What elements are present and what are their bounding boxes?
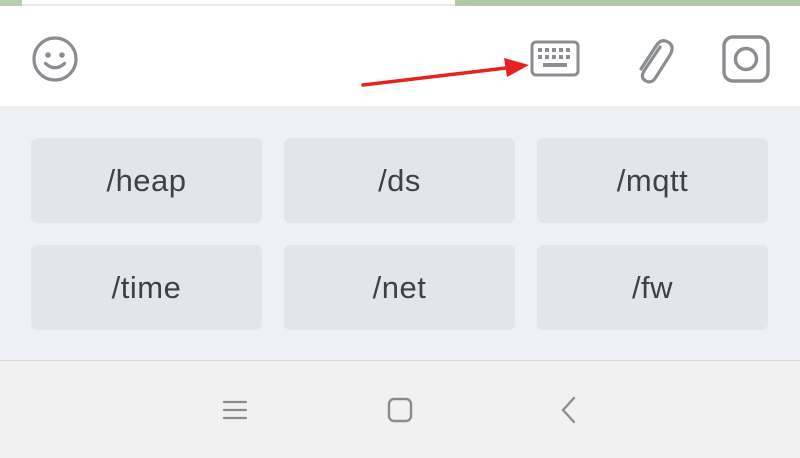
command-button-heap[interactable]: /heap <box>31 138 262 223</box>
bot-command-keyboard: /heap /ds /mqtt /time /net /fw <box>0 106 800 360</box>
camera-button[interactable] <box>716 29 776 89</box>
home-button[interactable] <box>375 385 425 435</box>
command-grid: /heap /ds /mqtt /time /net /fw <box>31 138 768 330</box>
back-button[interactable] <box>544 385 594 435</box>
system-navigation-bar <box>0 360 800 458</box>
emoji-button[interactable] <box>25 29 85 89</box>
command-button-ds[interactable]: /ds <box>284 138 515 223</box>
home-icon <box>387 397 413 423</box>
emoji-icon <box>32 36 78 82</box>
paperclip-icon <box>639 39 674 84</box>
command-button-net[interactable]: /net <box>284 245 515 330</box>
message-input-toolbar <box>0 6 800 106</box>
command-button-mqtt[interactable]: /mqtt <box>537 138 768 223</box>
menu-icon <box>222 400 248 420</box>
keyboard-icon <box>530 40 580 77</box>
keyboard-button[interactable] <box>525 29 585 89</box>
command-button-fw[interactable]: /fw <box>537 245 768 330</box>
camera-icon <box>722 35 770 83</box>
command-button-time[interactable]: /time <box>31 245 262 330</box>
attach-button[interactable] <box>622 29 682 89</box>
recent-apps-button[interactable] <box>210 385 260 435</box>
back-icon <box>561 396 576 424</box>
